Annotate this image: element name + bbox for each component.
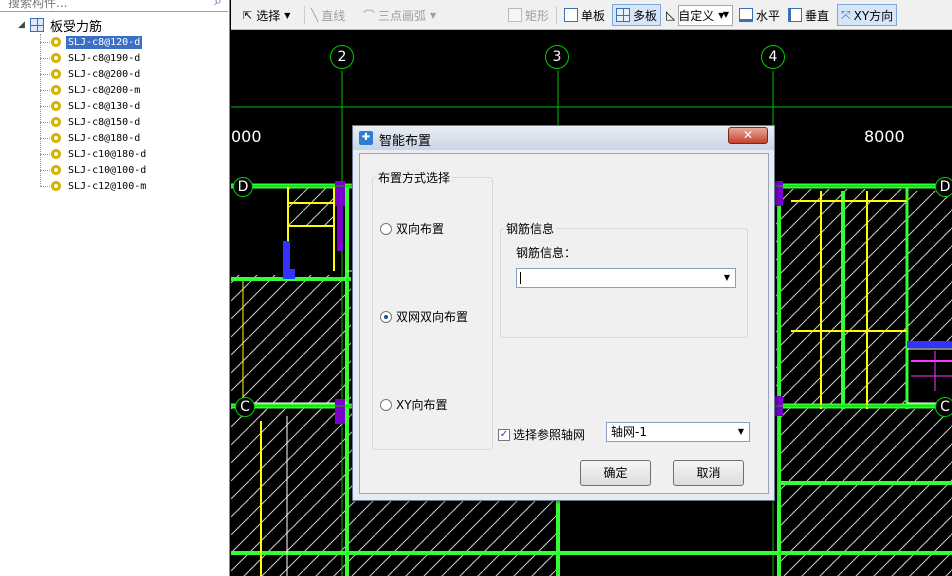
layout-mode-legend: 布置方式选择 [376, 169, 453, 186]
checkbox-label: 选择参照轴网 [513, 428, 586, 442]
rebar-info-legend: 钢筋信息 [504, 220, 557, 237]
grid-select-value: 轴网-1 [611, 425, 647, 439]
checkbox-checked-icon: ✓ [498, 428, 510, 441]
radio-bidirectional[interactable]: 双向布置 [380, 220, 444, 237]
radio-button-icon [380, 398, 392, 411]
rebar-info-label: 钢筋信息： [516, 246, 577, 260]
radio-label: 双向布置 [396, 222, 445, 236]
dialog-body: 布置方式选择 双向布置 双网双向布置 XY向布置 钢筋信息 钢筋信息： ▼ ✓ 选… [359, 153, 769, 494]
chevron-down-icon: ▼ [737, 427, 744, 436]
radio-label: 双网双向布置 [396, 310, 469, 324]
close-button[interactable]: ✕ [728, 127, 768, 144]
chevron-down-icon: ▼ [723, 273, 730, 282]
rebar-info-combo[interactable]: ▼ [516, 268, 736, 288]
grid-select[interactable]: 轴网-1 ▼ [606, 422, 750, 442]
reference-grid-checkbox[interactable]: ✓ 选择参照轴网 [498, 426, 585, 443]
app-icon: ✚ [359, 131, 373, 145]
radio-double-net[interactable]: 双网双向布置 [380, 308, 468, 325]
radio-label: XY向布置 [396, 398, 448, 412]
dialog-titlebar[interactable]: ✚ 智能布置 ✕ [353, 126, 774, 150]
radio-button-selected-icon [380, 310, 392, 323]
radio-xy[interactable]: XY向布置 [380, 396, 448, 413]
dialog-title: 智能布置 [379, 134, 432, 149]
text-cursor [520, 272, 521, 284]
radio-button-icon [380, 222, 392, 235]
smart-layout-dialog: ✚ 智能布置 ✕ 布置方式选择 双向布置 双网双向布置 XY向布置 钢筋信息 钢… [352, 125, 775, 501]
cancel-button[interactable]: 取消 [673, 460, 744, 486]
ok-button[interactable]: 确定 [580, 460, 651, 486]
